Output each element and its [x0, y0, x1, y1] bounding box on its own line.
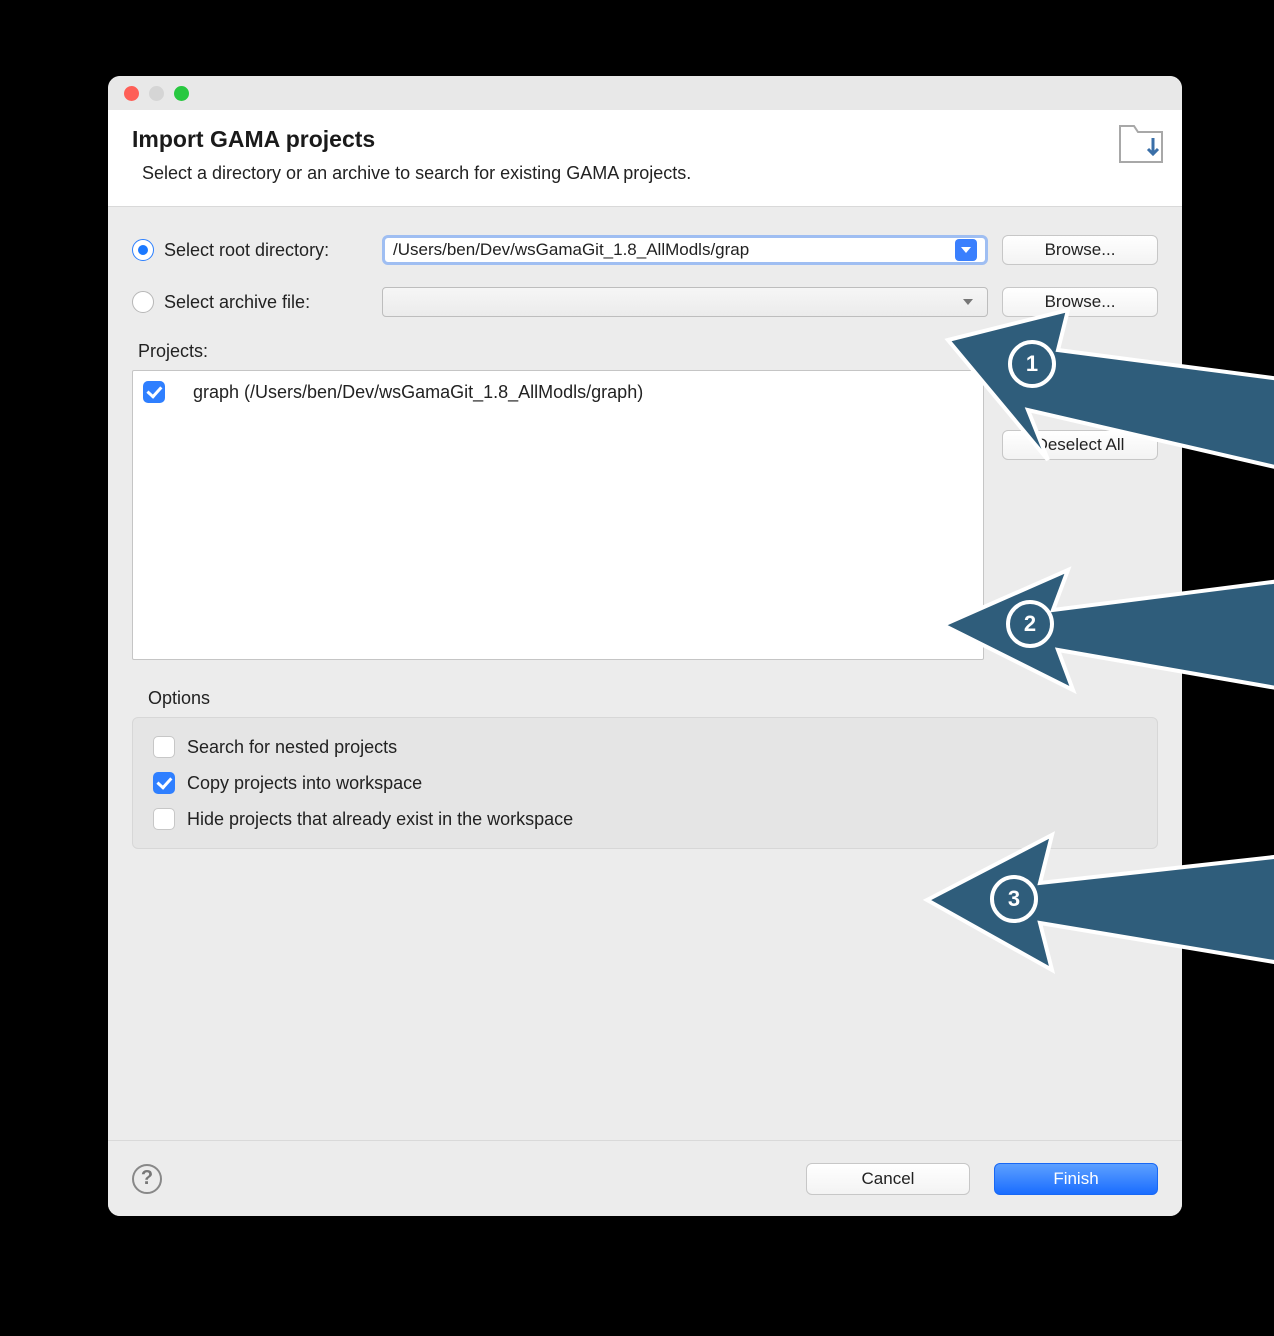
browse-root-button[interactable]: Browse...: [1002, 235, 1158, 265]
archive-label: Select archive file:: [164, 292, 382, 313]
selection-buttons: Select All Deselect All: [1002, 370, 1158, 660]
archive-combo[interactable]: [382, 287, 988, 317]
list-item[interactable]: graph (/Users/ben/Dev/wsGamaGit_1.8_AllM…: [143, 381, 973, 403]
nested-option-row: Search for nested projects: [153, 736, 1137, 758]
copy-option-row: Copy projects into workspace: [153, 772, 1137, 794]
root-dir-radio[interactable]: [132, 239, 154, 261]
hide-checkbox[interactable]: [153, 808, 175, 830]
dialog-title: Import GAMA projects: [132, 126, 1158, 153]
hide-option-label: Hide projects that already exist in the …: [187, 809, 573, 830]
project-checkbox[interactable]: [143, 381, 165, 403]
titlebar: [108, 76, 1182, 110]
hide-option-row: Hide projects that already exist in the …: [153, 808, 1137, 830]
chevron-down-icon[interactable]: [955, 239, 977, 261]
copy-checkbox[interactable]: [153, 772, 175, 794]
projects-row: graph (/Users/ben/Dev/wsGamaGit_1.8_AllM…: [132, 370, 1158, 660]
deselect-all-button[interactable]: Deselect All: [1002, 430, 1158, 460]
dialog-header: Import GAMA projects Select a directory …: [108, 110, 1182, 207]
project-item-label: graph (/Users/ben/Dev/wsGamaGit_1.8_AllM…: [183, 382, 643, 403]
finish-button[interactable]: Finish: [994, 1163, 1158, 1195]
nested-option-label: Search for nested projects: [187, 737, 397, 758]
root-dir-input[interactable]: /Users/ben/Dev/wsGamaGit_1.8_AllModls/gr…: [393, 240, 955, 260]
archive-row: Select archive file: Browse...: [132, 287, 1158, 317]
archive-radio[interactable]: [132, 291, 154, 313]
browse-archive-button[interactable]: Browse...: [1002, 287, 1158, 317]
options-label: Options: [148, 688, 1158, 709]
help-icon[interactable]: ?: [132, 1164, 162, 1194]
nested-checkbox[interactable]: [153, 736, 175, 758]
chevron-down-icon[interactable]: [957, 291, 979, 313]
maximize-icon[interactable]: [174, 86, 189, 101]
root-dir-row: Select root directory: /Users/ben/Dev/ws…: [132, 235, 1158, 265]
dialog-description: Select a directory or an archive to sear…: [132, 163, 1158, 184]
minimize-icon: [149, 86, 164, 101]
options-box: Search for nested projects Copy projects…: [132, 717, 1158, 849]
import-icon: [1118, 124, 1164, 164]
import-dialog: Import GAMA projects Select a directory …: [108, 76, 1182, 1216]
select-all-button[interactable]: Select All: [1002, 370, 1158, 400]
close-icon[interactable]: [124, 86, 139, 101]
cancel-button[interactable]: Cancel: [806, 1163, 970, 1195]
root-dir-combo[interactable]: /Users/ben/Dev/wsGamaGit_1.8_AllModls/gr…: [382, 235, 988, 265]
copy-option-label: Copy projects into workspace: [187, 773, 422, 794]
projects-label: Projects:: [138, 341, 1158, 362]
projects-list[interactable]: graph (/Users/ben/Dev/wsGamaGit_1.8_AllM…: [132, 370, 984, 660]
dialog-footer: ? Cancel Finish: [108, 1140, 1182, 1216]
root-dir-label: Select root directory:: [164, 240, 382, 261]
dialog-body: Select root directory: /Users/ben/Dev/ws…: [108, 207, 1182, 859]
